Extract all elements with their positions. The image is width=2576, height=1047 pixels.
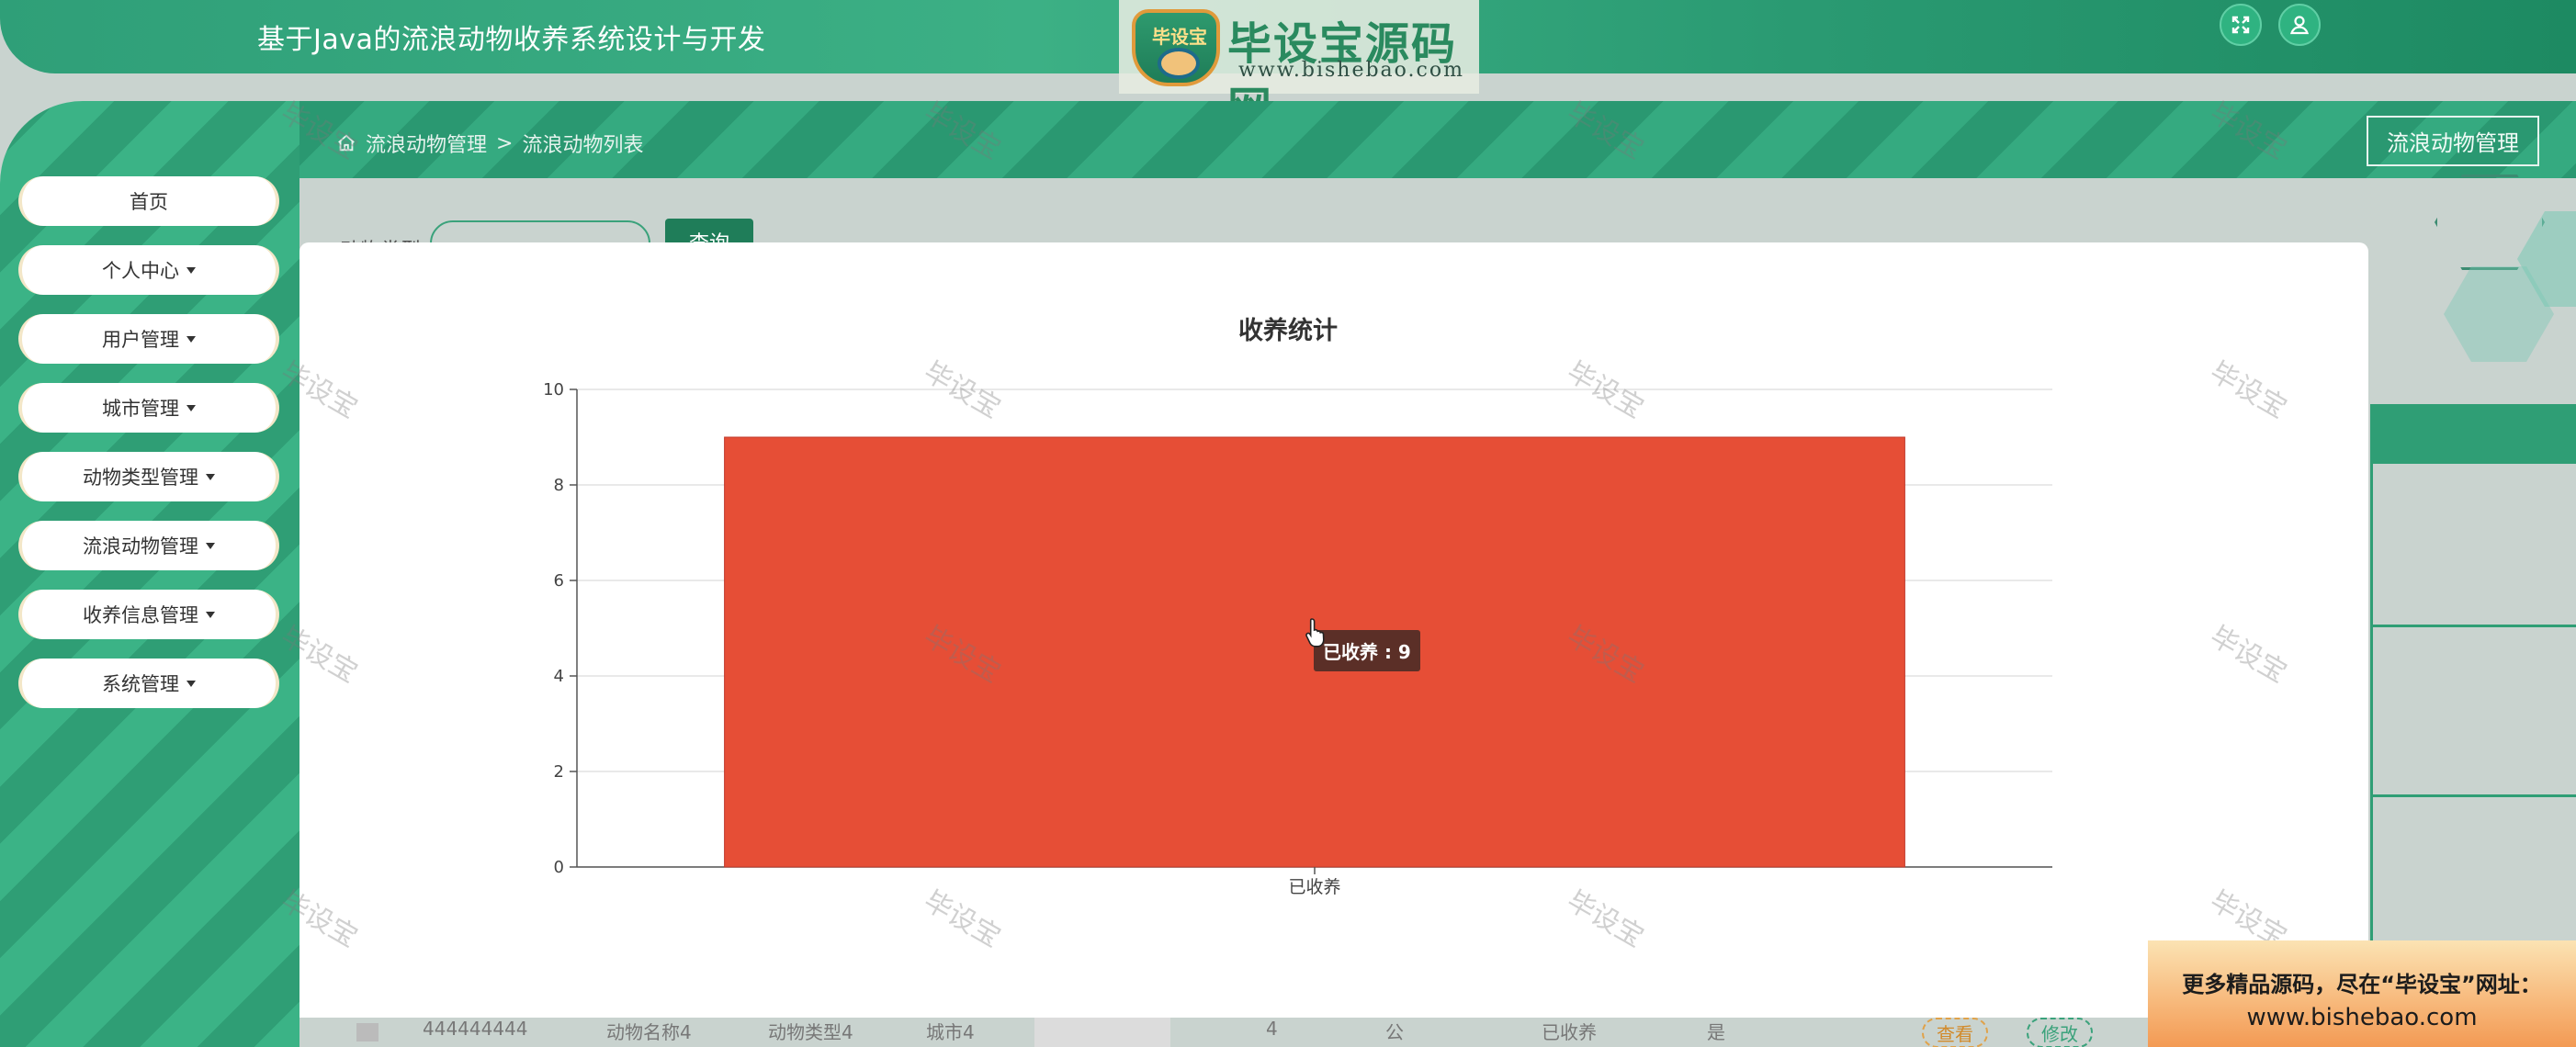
ad-banner[interactable]: 更多精品源码，尽在“毕设宝”网址： www.bishebao.com [2148,940,2576,1047]
y-tick-label: 6 [554,571,564,591]
ad-text: 更多精品源码，尽在“毕设宝”网址： [2182,972,2542,997]
mouse-cursor-icon [1305,618,1325,647]
chart-tooltip: 已收养 : 9 [1314,630,1420,671]
ad-url[interactable]: www.bishebao.com [2148,1004,2576,1031]
y-tick-label: 2 [554,762,564,782]
y-tick-label: 8 [554,476,564,495]
y-tick-label: 0 [554,858,564,877]
adoption-chart: 0 2 4 6 8 10 已收养 [543,380,2052,897]
x-tick-label: 已收养 [1288,877,1340,897]
y-tick-label: 4 [554,667,564,686]
y-tick-label: 10 [543,380,564,400]
